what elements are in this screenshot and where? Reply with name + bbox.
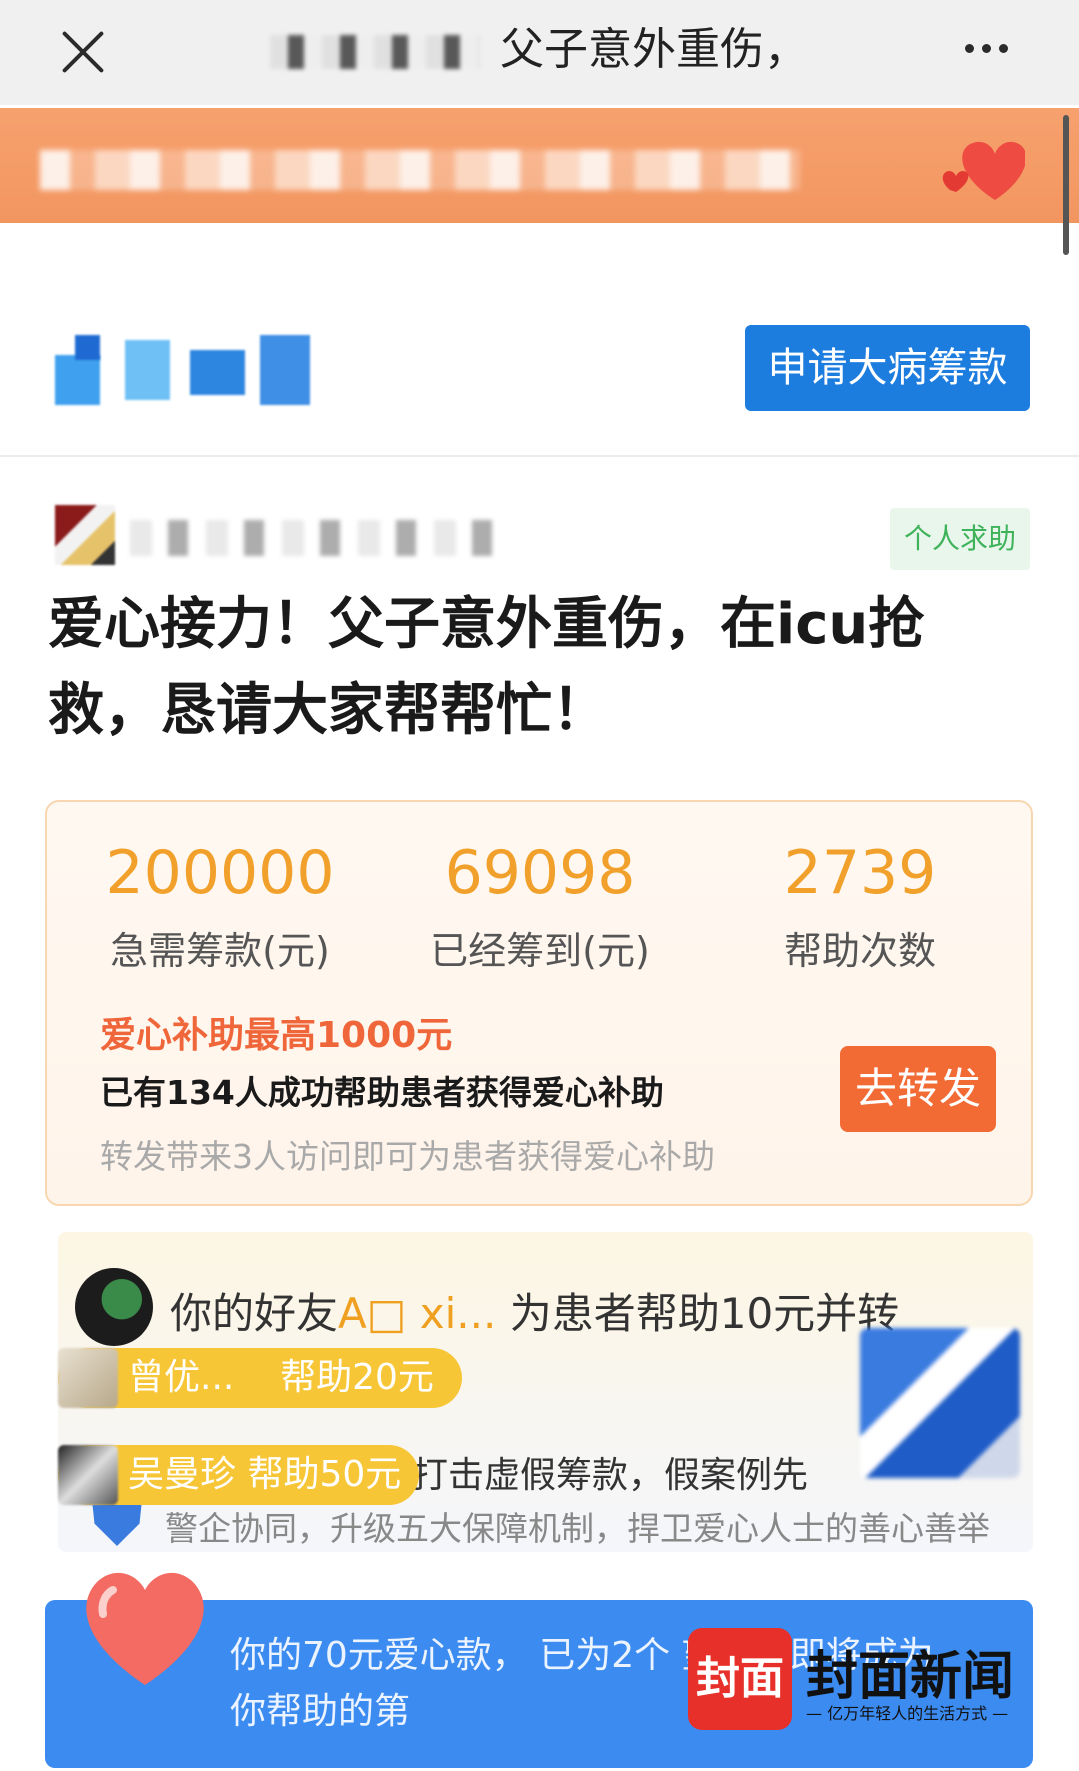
donor-avatar bbox=[58, 1348, 118, 1408]
friend-action: 为患者帮助10元并转 bbox=[509, 1289, 900, 1338]
friend-name: A□ xi... bbox=[338, 1289, 497, 1338]
apply-fundraising-button[interactable]: 申请大病筹款 bbox=[745, 325, 1030, 411]
help-count-label: 帮助次数 bbox=[783, 929, 936, 973]
news-logo-badge: 封面 bbox=[688, 1628, 792, 1730]
redacted-banner-text bbox=[40, 150, 800, 190]
campaign-title: 爱心接力！父子意外重伤，在icu抢救，恳请大家帮帮忙！ bbox=[48, 592, 925, 743]
heart-hand-icon bbox=[942, 141, 1025, 200]
friend-activity-text: 你的好友A□ xi... 为患者帮助10元并转 bbox=[170, 1280, 899, 1341]
help-count-value: 2739 bbox=[783, 838, 937, 908]
section-divider bbox=[0, 455, 1079, 457]
subsidy-title: 爱心补助最高1000元 bbox=[100, 1015, 453, 1056]
raised-amount-value: 69098 bbox=[444, 838, 636, 908]
nav-title: 父子意外重伤， bbox=[270, 20, 870, 80]
target-amount-label: 急需筹款(元) bbox=[110, 929, 330, 973]
more-dots-icon[interactable] bbox=[965, 38, 1035, 58]
friend-prefix: 你的好友 bbox=[170, 1289, 339, 1338]
redacted-title-prefix bbox=[270, 35, 480, 69]
nav-title-text: 父子意外重伤， bbox=[500, 24, 808, 75]
share-button[interactable]: 去转发 bbox=[840, 1046, 996, 1132]
target-amount-value: 200000 bbox=[105, 838, 335, 908]
close-icon[interactable] bbox=[52, 22, 112, 82]
heart-icon bbox=[86, 1572, 204, 1685]
friend-avatar bbox=[75, 1268, 153, 1346]
redacted-badge-image[interactable] bbox=[860, 1328, 1020, 1478]
subsidy-hint-text: 转发带来3人访问即可为患者获得爱心补助 bbox=[100, 1137, 715, 1176]
donor-name: 吴曼珍 bbox=[128, 1454, 237, 1495]
raised-amount-label: 已经筹到(元) bbox=[430, 929, 650, 973]
donor-avatar bbox=[58, 1445, 118, 1505]
donor-pill-1: 曾优... 帮助20元 bbox=[58, 1348, 462, 1408]
donor-name: 曾优... bbox=[128, 1357, 235, 1398]
platform-logo bbox=[55, 335, 345, 410]
personal-help-tag: 个人求助 bbox=[890, 508, 1030, 570]
news-logo-slogan: — 亿万年轻人的生活方式 — bbox=[806, 1704, 1009, 1723]
news-title[interactable]: 打击虚假筹款，假案例先 bbox=[412, 1446, 808, 1498]
subsidy-count-text: 已有134人成功帮助患者获得爱心补助 bbox=[100, 1073, 664, 1112]
news-logo-name: 封面新闻 bbox=[806, 1646, 1015, 1707]
news-description: 警企协同，升级五大保障机制，捍卫爱心人士的善心善举 bbox=[165, 1509, 990, 1548]
donor-amount: 帮助50元 bbox=[247, 1454, 402, 1495]
redacted-publisher-name bbox=[130, 520, 510, 556]
scrollbar[interactable] bbox=[1063, 115, 1069, 255]
donor-amount: 帮助20元 bbox=[280, 1357, 434, 1398]
publisher-avatar[interactable] bbox=[55, 505, 115, 565]
